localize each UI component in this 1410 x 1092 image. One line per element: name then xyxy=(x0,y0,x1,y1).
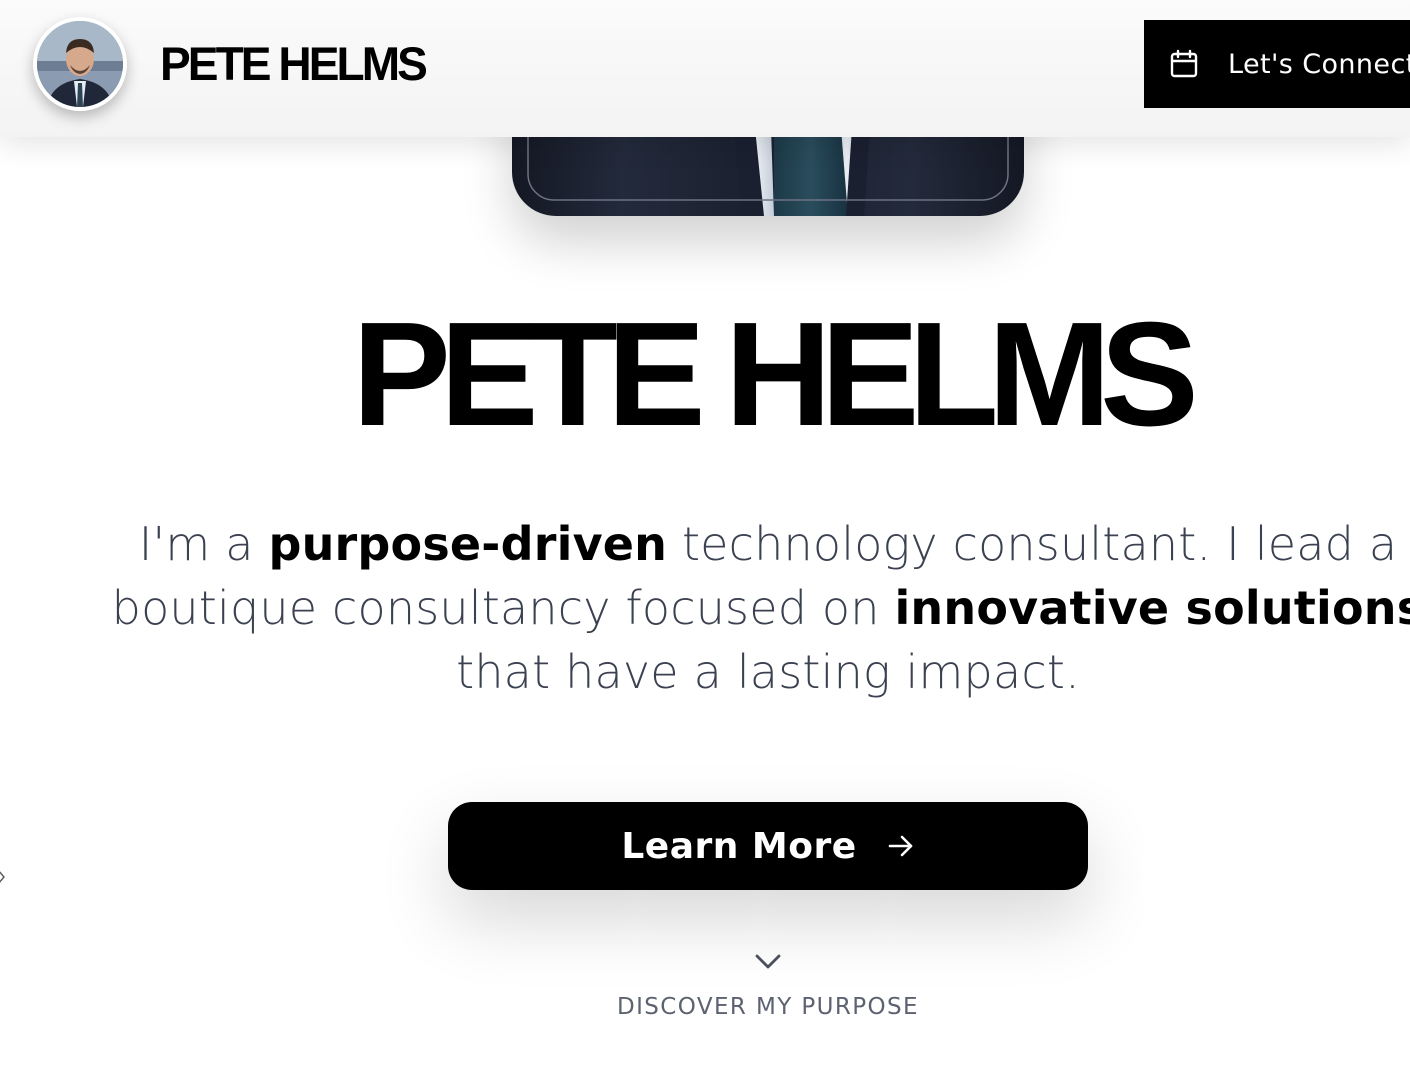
tagline-text: I'm a xyxy=(138,517,269,571)
hero-title: PETE HELMS xyxy=(352,292,1199,457)
learn-more-button[interactable]: Learn More xyxy=(448,802,1088,890)
hero-tagline: I'm a purpose-driven technology consulta… xyxy=(100,512,1410,704)
site-header: PETE HELMS Let's Connect xyxy=(0,0,1410,137)
edge-decoration-icon xyxy=(0,871,5,883)
tagline-emphasis: purpose-driven xyxy=(268,517,668,571)
tagline-emphasis: innovative solutions xyxy=(894,581,1410,635)
landing-page: PETE HELMS Let's Connect PETE HELMS I'm … xyxy=(0,0,1410,1092)
tagline-line-3: that have a lasting impact. xyxy=(456,645,1080,699)
discover-purpose-link[interactable]: DISCOVER MY PURPOSE xyxy=(0,994,1410,1020)
site-brand[interactable]: PETE HELMS xyxy=(160,38,428,90)
tagline-line-1: I'm a purpose-driven technology consulta… xyxy=(100,512,1410,576)
avatar-photo xyxy=(37,21,123,107)
arrow-right-icon xyxy=(888,835,912,857)
tagline-line-2: boutique consultancy focused on innovati… xyxy=(100,576,1410,640)
learn-more-label: Learn More xyxy=(621,825,857,867)
chevron-down-icon[interactable] xyxy=(754,950,782,972)
lets-connect-label: Let's Connect xyxy=(1228,48,1410,80)
lets-connect-button[interactable]: Let's Connect xyxy=(1144,20,1410,108)
avatar[interactable] xyxy=(33,17,127,111)
calendar-icon xyxy=(1170,49,1198,78)
tagline-text: boutique consultancy focused on xyxy=(111,581,895,635)
tagline-text: technology consultant. I lead a xyxy=(667,517,1398,571)
